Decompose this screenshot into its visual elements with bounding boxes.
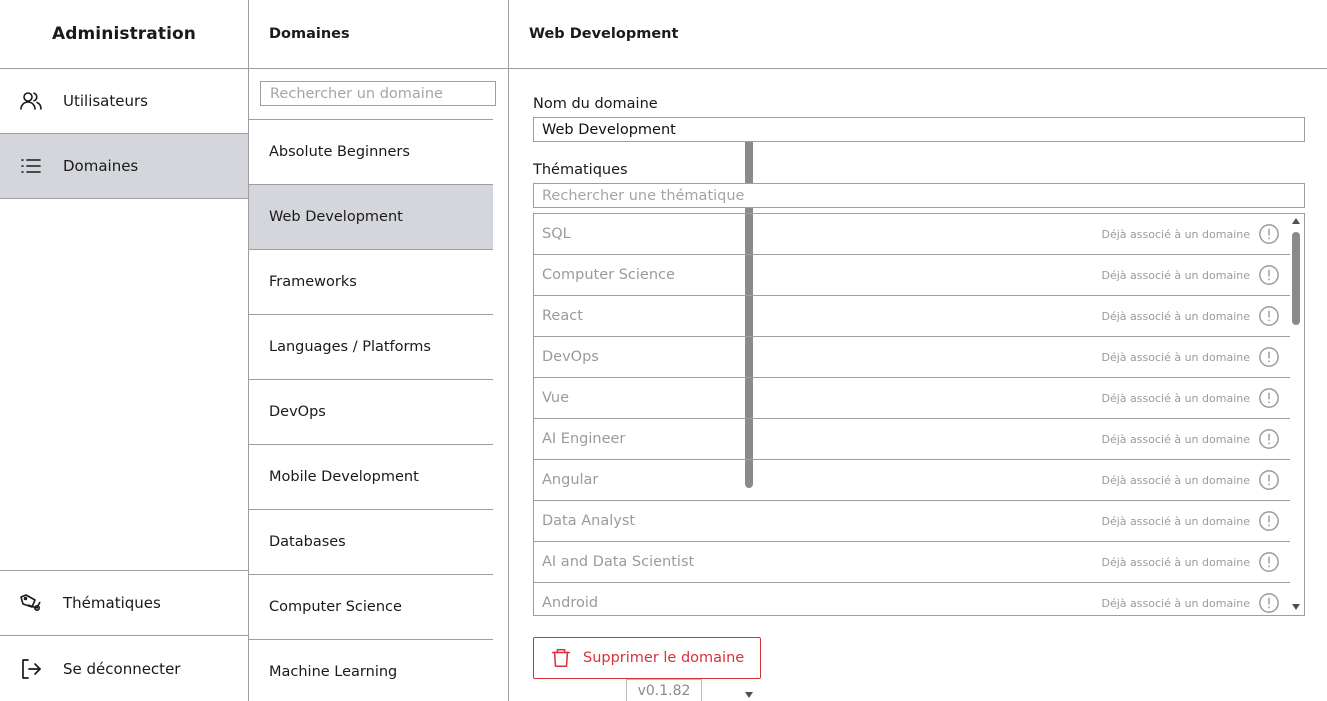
theme-name: Data Analyst [542,513,636,529]
domain-name-input[interactable] [533,117,1305,142]
theme-row[interactable]: DevOps Déjà associé à un domaine [534,337,1290,378]
theme-name: SQL [542,226,571,242]
nav-label-domaines: Domaines [63,157,139,175]
theme-row[interactable]: Angular Déjà associé à un domaine [534,460,1290,501]
domain-item-selected[interactable]: Web Development [249,185,493,250]
warning-icon [1258,346,1280,368]
warning-icon [1258,387,1280,409]
theme-status-note: Déjà associé à un domaine [1101,473,1250,487]
theme-list-scrollbar[interactable] [1288,214,1304,615]
nav-label-utilisateurs: Utilisateurs [63,92,148,110]
theme-row[interactable]: SQL Déjà associé à un domaine [534,214,1290,255]
domain-list: Absolute Beginners Web Development Frame… [249,119,493,701]
theme-status-note: Déjà associé à un domaine [1101,227,1250,241]
theme-status-note: Déjà associé à un domaine [1101,514,1250,528]
theme-name: React [542,308,583,324]
detail-header: Web Development [509,0,1327,69]
nav-item-domaines[interactable]: Domaines [0,134,248,199]
domain-name-label: Nom du domaine [533,96,658,112]
app-title: Administration [0,0,248,69]
domain-item[interactable]: DevOps [249,380,493,445]
theme-search-input[interactable] [533,183,1305,208]
domain-search-input[interactable] [260,81,496,106]
theme-status-note: Déjà associé à un domaine [1101,596,1250,610]
scroll-thumb [1292,232,1300,325]
delete-domain-button[interactable]: Supprimer le domaine [533,637,761,679]
theme-row[interactable]: React Déjà associé à un domaine [534,296,1290,337]
theme-name: Vue [542,390,570,406]
warning-icon [1258,469,1280,491]
themes-label: Thématiques [533,162,628,178]
theme-status-note: Déjà associé à un domaine [1101,555,1250,569]
theme-status-note: Déjà associé à un domaine [1101,350,1250,364]
theme-row[interactable]: Data Analyst Déjà associé à un domaine [534,501,1290,542]
warning-icon [1258,428,1280,450]
theme-name: AI Engineer [542,431,626,447]
warning-icon [1258,264,1280,286]
theme-row[interactable]: Android Déjà associé à un domaine [534,583,1290,615]
domain-item[interactable]: Absolute Beginners [249,120,493,185]
delete-button-label: Supprimer le domaine [583,650,745,666]
tags-icon [19,591,43,615]
theme-row[interactable]: Vue Déjà associé à un domaine [534,378,1290,419]
theme-row[interactable]: AI and Data Scientist Déjà associé à un d… [534,542,1290,583]
domain-item[interactable]: Databases [249,510,493,575]
theme-status-note: Déjà associé à un domaine [1101,432,1250,446]
list-icon [19,154,43,178]
nav-label-logout: Se déconnecter [63,659,181,678]
warning-icon [1258,510,1280,532]
domain-detail-panel: Web Development Nom du domaine Thématiqu… [509,0,1327,701]
nav-item-thematiques[interactable]: Thématiques [0,571,248,636]
theme-name: DevOps [542,349,599,365]
theme-name: AI and Data Scientist [542,554,695,570]
scroll-down-arrow [1292,604,1300,610]
nav-label-thematiques: Thématiques [63,594,161,612]
scroll-up-arrow [1292,218,1300,224]
warning-icon [1258,551,1280,573]
version-badge: v0.1.82 [626,679,702,701]
domains-header: Domaines [249,0,508,69]
theme-status-note: Déjà associé à un domaine [1101,309,1250,323]
theme-list: SQL Déjà associé à un domaine Computer Sci… [533,213,1305,616]
trash-icon [550,647,572,669]
sidebar-bottom: Thématiques Se déconnecter [0,570,248,701]
theme-name: Android [542,595,599,611]
domain-item[interactable]: Languages / Platforms [249,315,493,380]
domain-item[interactable]: Frameworks [249,250,493,315]
theme-status-note: Déjà associé à un domaine [1101,268,1250,282]
nav-item-utilisateurs[interactable]: Utilisateurs [0,69,248,134]
theme-name: Computer Science [542,267,675,283]
sidebar: Administration Utilisateurs Domaines Thé… [0,0,249,701]
warning-icon [1258,223,1280,245]
logout-icon [19,657,43,681]
domain-item[interactable]: Machine Learning [249,640,493,701]
domain-item[interactable]: Computer Science [249,575,493,640]
nav-item-logout[interactable]: Se déconnecter [0,636,248,701]
theme-name: Angular [542,472,599,488]
domain-item[interactable]: Mobile Development [249,445,493,510]
theme-status-note: Déjà associé à un domaine [1101,391,1250,405]
theme-row[interactable]: AI Engineer Déjà associé à un domaine [534,419,1290,460]
warning-icon [1258,592,1280,614]
users-icon [19,89,43,113]
theme-row[interactable]: Computer Science Déjà associé à un domain… [534,255,1290,296]
domains-panel: Domaines Absolute Beginners Web Developm… [249,0,753,701]
warning-icon [1258,305,1280,327]
